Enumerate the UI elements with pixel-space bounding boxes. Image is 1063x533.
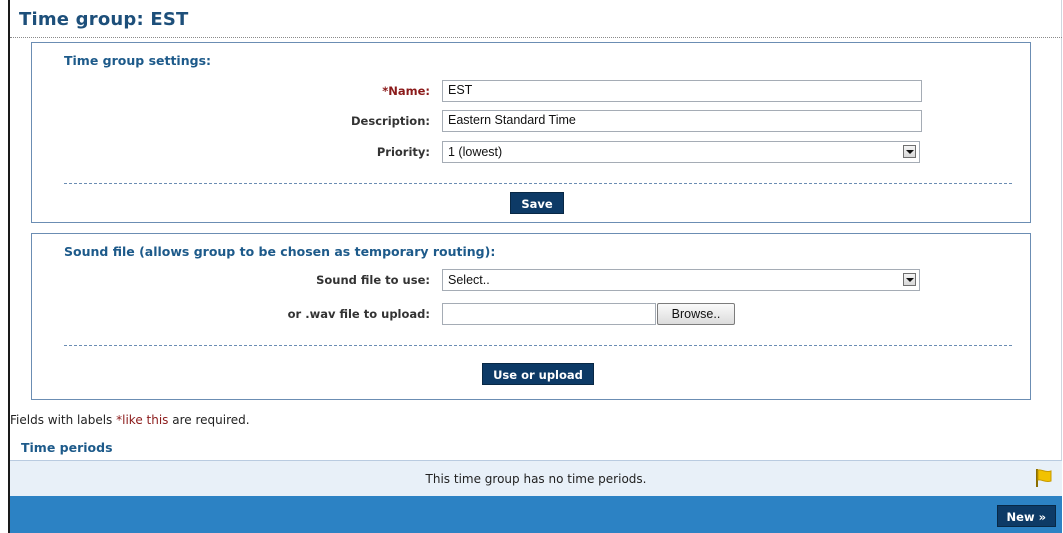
settings-divider [64, 183, 1012, 184]
time-periods-empty-bar: This time group has no time periods. [10, 460, 1062, 496]
no-time-periods-message: This time group has no time periods. [425, 472, 647, 486]
description-label: Description: [351, 114, 430, 128]
required-fields-note: Fields with labels *like this are requir… [10, 413, 250, 427]
title-divider [10, 37, 1062, 38]
name-label-text: Name: [388, 84, 430, 98]
sound-file-panel: Sound file (allows group to be chosen as… [31, 233, 1031, 400]
priority-row: Priority: 1 (lowest) [32, 141, 1030, 163]
save-button[interactable]: Save [510, 192, 564, 214]
name-row: *Name: EST [32, 80, 1030, 102]
page-title: Time group: EST [19, 9, 189, 30]
sound-file-row: Sound file to use: Select.. [32, 269, 1030, 291]
new-time-period-button[interactable]: New » [996, 505, 1056, 527]
sound-file-selected-value: Select.. [448, 273, 490, 287]
time-group-settings-panel: Time group settings: *Name: EST Descript… [31, 42, 1031, 223]
wav-upload-input[interactable] [442, 303, 656, 325]
sound-file-label: Sound file to use: [316, 273, 430, 287]
sound-divider [64, 345, 1012, 346]
use-or-upload-button[interactable]: Use or upload [482, 363, 594, 385]
priority-label: Priority: [376, 145, 430, 159]
time-periods-title: Time periods [21, 440, 113, 455]
sound-heading: Sound file (allows group to be chosen as… [64, 244, 496, 259]
settings-heading: Time group settings: [64, 53, 212, 68]
description-row: Description: Eastern Standard Time [32, 110, 1030, 132]
priority-selected-value: 1 (lowest) [448, 145, 503, 159]
time-periods-footer: New » [10, 496, 1062, 533]
upload-label: or .wav file to upload: [287, 307, 430, 321]
browse-button[interactable]: Browse.. [657, 303, 735, 325]
name-input[interactable]: EST [442, 80, 922, 102]
description-input[interactable]: Eastern Standard Time [442, 110, 922, 132]
chevron-down-icon[interactable] [903, 145, 916, 158]
flag-icon [1034, 468, 1054, 491]
required-note-example: *like this [116, 413, 169, 427]
chevron-down-icon[interactable] [903, 273, 916, 286]
sound-file-select[interactable]: Select.. [442, 269, 920, 291]
priority-select[interactable]: 1 (lowest) [442, 141, 920, 163]
name-label: *Name: [382, 84, 430, 98]
upload-row: or .wav file to upload: Browse.. [32, 303, 1030, 325]
required-note-prefix: Fields with labels [10, 413, 117, 427]
required-note-suffix: are required. [168, 413, 250, 427]
